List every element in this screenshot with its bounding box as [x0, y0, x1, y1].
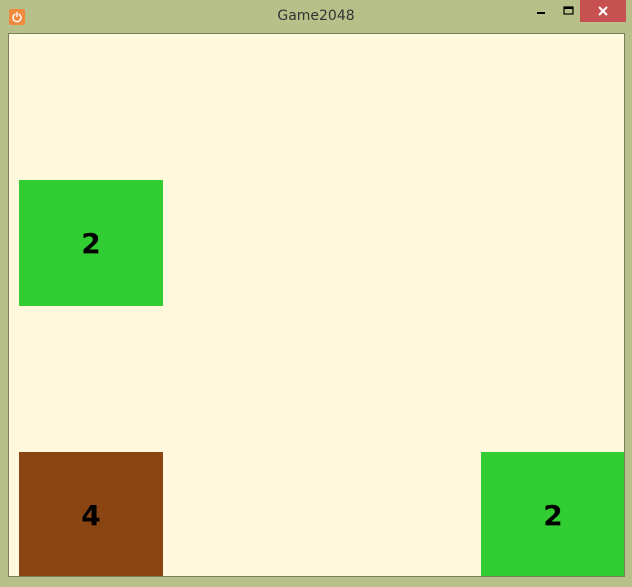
maximize-icon [562, 6, 574, 15]
tile: 2 [19, 180, 163, 306]
title-bar[interactable]: Game2048 [0, 0, 632, 33]
window-bottom-border [0, 577, 632, 587]
tile-value: 4 [81, 498, 101, 532]
tile: 4 [19, 452, 163, 576]
minimize-icon [537, 12, 545, 14]
game-window: Game2048 2 4 2 [0, 0, 632, 587]
game-board[interactable]: 2 4 2 [8, 33, 625, 577]
minimize-button[interactable] [528, 0, 554, 22]
maximize-button[interactable] [556, 0, 580, 22]
tile: 2 [481, 452, 624, 576]
close-icon [598, 6, 608, 16]
tile-value: 2 [543, 498, 563, 532]
close-button[interactable] [580, 0, 626, 22]
tile-value: 2 [81, 226, 101, 260]
